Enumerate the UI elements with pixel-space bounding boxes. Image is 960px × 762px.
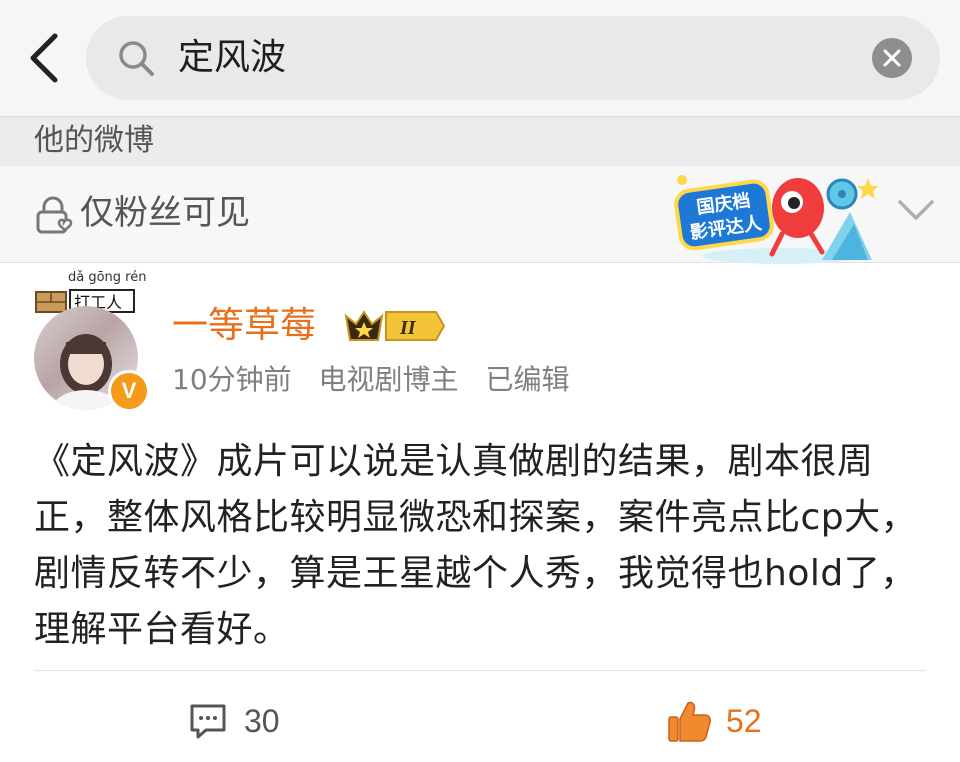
top-bar: 定风波 (0, 0, 960, 116)
chevron-down-icon[interactable] (896, 196, 936, 224)
like-count: 52 (726, 702, 762, 739)
post-time: 10分钟前 (172, 363, 292, 396)
comment-icon (190, 704, 226, 739)
section-label: 他的微博 (34, 123, 154, 158)
thumbs-up-icon (668, 701, 711, 742)
search-icon (119, 41, 154, 76)
clear-button[interactable] (872, 38, 912, 78)
film-critic-badge: 国庆档 影评达人 (674, 175, 879, 264)
post-meta: 10分钟前 电视剧博主 已编辑 (172, 360, 587, 400)
section-header: 他的微博 (0, 116, 960, 167)
comment-count: 30 (244, 702, 280, 739)
avatar-tag-pinyin: dǎ gōng rén (68, 270, 147, 285)
level-text: II (399, 317, 417, 339)
clear-icon (883, 49, 901, 67)
back-button[interactable] (22, 28, 66, 88)
post-text: 《定风波》成片可以说是认真做剧的结果，剧本很周正，整体风格比较明显微恐和探案，案… (34, 441, 918, 650)
search-box[interactable]: 定风波 (86, 16, 940, 100)
divider (34, 670, 926, 671)
search-input[interactable]: 定风波 (178, 34, 286, 82)
like-button[interactable]: 52 (666, 694, 762, 748)
level-badge: II (344, 310, 446, 341)
verified-badge: V (108, 370, 150, 412)
edited-flag[interactable]: 已编辑 (485, 363, 569, 396)
visibility-label: 仅粉丝可见 (80, 193, 250, 233)
username[interactable]: 一等草莓 (172, 302, 316, 350)
comment-button[interactable]: 30 (188, 696, 280, 746)
lock-icon (36, 196, 73, 234)
back-arrow-icon (30, 33, 58, 83)
user-category: 电视剧博主 (318, 363, 459, 396)
avatar-wrap[interactable]: dǎ gōng rén 打工人 V (34, 270, 164, 412)
